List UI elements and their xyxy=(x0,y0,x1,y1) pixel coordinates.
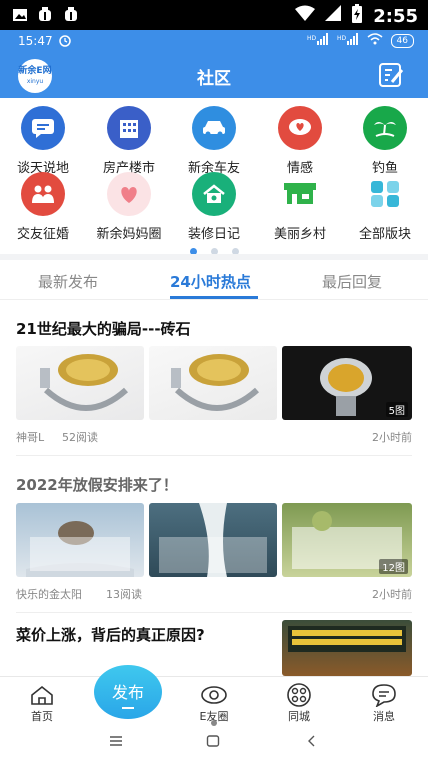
chat-icon xyxy=(21,106,65,150)
post-item[interactable]: 菜价上涨，背后的真正原因? xyxy=(16,624,266,645)
svg-text:HD: HD xyxy=(307,35,317,42)
couple-icon xyxy=(21,172,65,216)
publish-label: 发布 xyxy=(111,683,144,702)
nav-city[interactable]: 同城 xyxy=(269,682,329,724)
home-button-icon[interactable] xyxy=(206,733,220,752)
post-reads: 52阅读 xyxy=(62,431,98,444)
post-image[interactable] xyxy=(16,346,144,420)
nav-home-label: 首页 xyxy=(31,710,53,723)
car-icon xyxy=(192,106,236,150)
system-status-bar: 2:55 xyxy=(0,0,428,30)
heart-chat-icon xyxy=(278,106,322,150)
app-status-time: 15:47 xyxy=(18,34,53,48)
image-count-badge: 5图 xyxy=(385,402,408,417)
post-author[interactable]: 神哥L xyxy=(16,429,44,445)
post-image[interactable] xyxy=(282,620,412,676)
post-reads: 13阅读 xyxy=(106,588,142,601)
house-icon xyxy=(192,172,236,216)
post-item[interactable]: 21世纪最大的骗局---砖石 xyxy=(16,318,412,339)
building-icon xyxy=(107,106,151,150)
alarm-icon xyxy=(58,33,72,50)
category-dating[interactable]: 交友征婚 xyxy=(0,172,86,242)
city-grid-icon xyxy=(269,682,329,708)
divider xyxy=(16,612,412,613)
category-chat[interactable]: 谈天说地 xyxy=(0,106,86,176)
post-image[interactable] xyxy=(16,503,144,577)
nav-efriends[interactable]: E友圈 xyxy=(184,682,244,724)
edit-icon[interactable] xyxy=(378,62,404,92)
palm-icon xyxy=(363,106,407,150)
back-icon[interactable] xyxy=(305,733,319,752)
divider xyxy=(16,455,412,456)
market-icon xyxy=(278,172,322,216)
page-title: 社区 xyxy=(197,69,231,89)
tab-24h-hot[interactable]: 24小时热点 xyxy=(170,271,251,292)
wifi-icon xyxy=(295,5,316,27)
bottom-navigation: 首页 E友圈 同城 消息 xyxy=(0,676,428,726)
category-village[interactable]: 美丽乡村 xyxy=(257,172,343,242)
post-image[interactable] xyxy=(149,503,277,577)
category-grid: 谈天说地 房产楼市 新余车友 情感 钓鱼 交友征婚 新余妈妈圈 装修日记 美丽乡… xyxy=(0,98,428,254)
category-property[interactable]: 房产楼市 xyxy=(86,106,172,176)
post-title[interactable]: 21世纪最大的骗局---砖石 xyxy=(16,318,412,339)
category-moms[interactable]: 新余妈妈圈 xyxy=(86,172,172,242)
grid-icon xyxy=(363,172,407,216)
feed-tabs: 最新发布 24小时热点 最后回复 xyxy=(0,262,428,300)
home-icon xyxy=(12,682,72,708)
app-header: 新余E网 xinyu 社区 xyxy=(0,52,428,98)
section-divider xyxy=(0,254,428,260)
post-title[interactable]: 2022年放假安排来了！ xyxy=(16,474,412,495)
nav-messages[interactable]: 消息 xyxy=(354,682,414,724)
hd-signal-icon: HD xyxy=(337,33,359,48)
bug-notification-icon xyxy=(62,6,80,28)
battery-level: 46 xyxy=(390,33,414,48)
category-all[interactable]: 全部版块 xyxy=(342,172,428,242)
category-emotion[interactable]: 情感 xyxy=(257,106,343,176)
battery-icon xyxy=(351,4,363,28)
mom-heart-icon xyxy=(107,172,151,216)
post-author[interactable]: 快乐的金太阳 xyxy=(16,586,82,602)
signal-icon xyxy=(325,5,342,27)
post-time: 2小时前 xyxy=(372,588,412,601)
post-image[interactable]: 5图 xyxy=(282,346,412,420)
image-count-badge: 12图 xyxy=(379,559,408,574)
image-notification-icon xyxy=(12,7,28,27)
svg-text:HD: HD xyxy=(337,35,347,42)
message-icon xyxy=(354,682,414,708)
tab-last-reply[interactable]: 最后回复 xyxy=(322,271,382,292)
category-fishing[interactable]: 钓鱼 xyxy=(342,106,428,176)
hd-signal-icon: HD xyxy=(307,33,329,48)
app-status-bar: 15:47 HD HD 46 xyxy=(0,30,428,52)
post-time: 2小时前 xyxy=(372,431,412,444)
system-time: 2:55 xyxy=(373,5,418,27)
bug-notification-icon xyxy=(36,6,54,28)
post-image[interactable]: 12图 xyxy=(282,503,412,577)
wifi-icon xyxy=(367,33,383,48)
system-navigation-bar xyxy=(0,726,428,762)
publish-button[interactable]: 发布 xyxy=(94,665,162,719)
publish-underline xyxy=(122,707,134,709)
nav-city-label: 同城 xyxy=(288,710,310,723)
post-image[interactable] xyxy=(149,346,277,420)
eye-icon xyxy=(184,682,244,708)
menu-icon[interactable] xyxy=(109,733,123,752)
post-title[interactable]: 菜价上涨，背后的真正原因? xyxy=(16,624,266,645)
tab-latest[interactable]: 最新发布 xyxy=(38,271,98,292)
post-item[interactable]: 2022年放假安排来了！ xyxy=(16,474,412,495)
active-tab-indicator xyxy=(170,296,258,299)
category-cars[interactable]: 新余车友 xyxy=(171,106,257,176)
nav-messages-label: 消息 xyxy=(373,710,395,723)
nav-home[interactable]: 首页 xyxy=(12,682,72,724)
category-decoration[interactable]: 装修日记 xyxy=(171,172,257,242)
